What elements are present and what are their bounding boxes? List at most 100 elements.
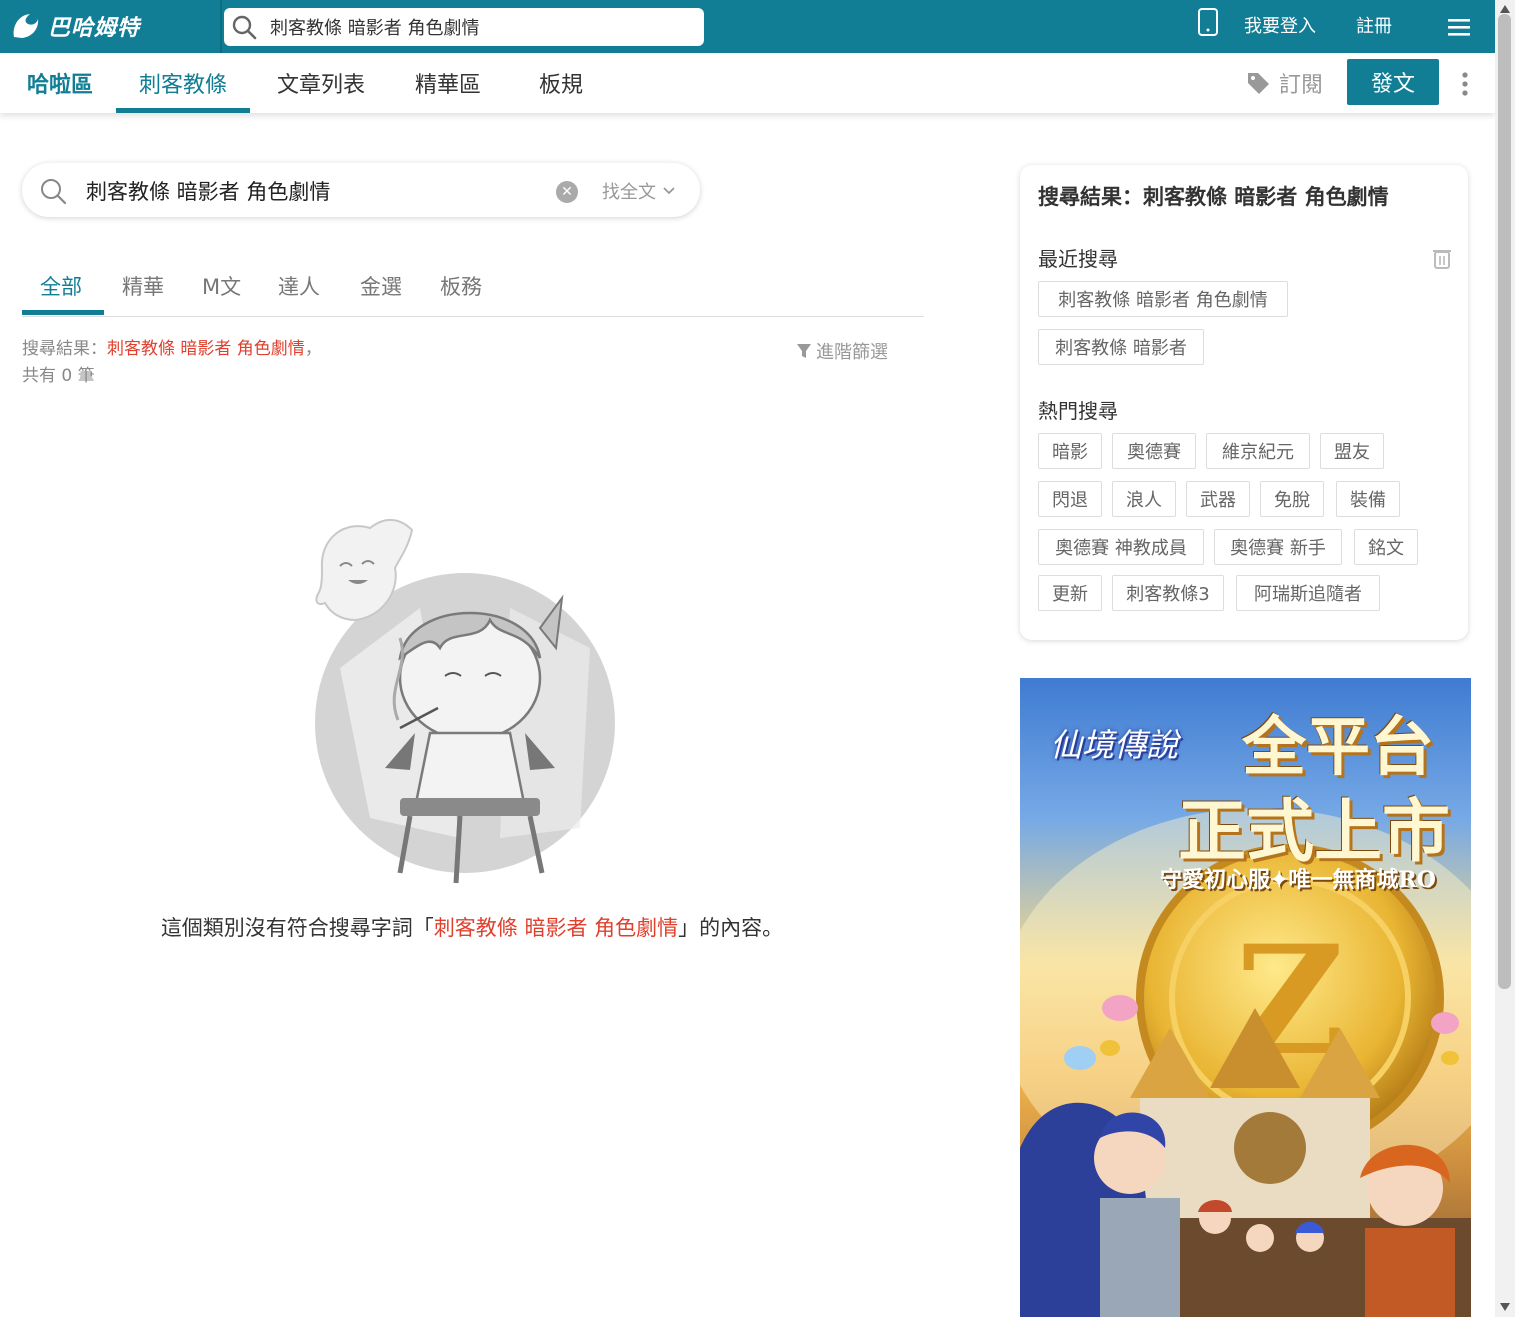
close-icon: ✕ <box>561 184 573 200</box>
mobile-app-button[interactable] <box>1188 2 1228 42</box>
subscribe-button[interactable]: 訂閱 <box>1232 53 1336 113</box>
search-scope-label: 找全文 <box>602 182 656 203</box>
login-label: 我要登入 <box>1244 16 1316 37</box>
tab-board[interactable]: 刺客教條 <box>116 53 250 113</box>
empty-msg-keyword: 刺客教條 暗影者 角色劇情 <box>433 916 679 940</box>
chip-label: 更新 <box>1052 584 1088 605</box>
tab-label: 刺客教條 <box>138 73 227 98</box>
hot-search-chip[interactable]: 奧德賽 神教成員 <box>1038 529 1204 565</box>
tab-label: 全部 <box>40 275 82 299</box>
tab-label: 哈啦區 <box>26 73 93 98</box>
tab-forum-home[interactable]: 哈啦區 <box>10 53 110 113</box>
top-bar: 巴哈姆特 我要登入 註冊 <box>0 0 1495 53</box>
hot-search-chip[interactable]: 維京紀元 <box>1206 433 1310 469</box>
active-tab-indicator <box>22 310 104 315</box>
ad-banner[interactable]: Z 仙境傳說 全平台 正式上市 守愛初心服✦唯一無商城RO <box>1020 678 1471 1317</box>
chip-label: 免脫 <box>1274 490 1310 511</box>
tab-label: 文章列表 <box>276 73 365 98</box>
tab-article-list[interactable]: 文章列表 <box>254 53 388 113</box>
recent-search-chip[interactable]: 刺客教條 暗影者 角色劇情 <box>1038 281 1288 317</box>
logo-text: 巴哈姆特 <box>48 16 141 41</box>
tab-all[interactable]: 全部 <box>40 266 82 306</box>
chip-label: 奧德賽 神教成員 <box>1055 538 1187 559</box>
hot-search-chip[interactable]: 更新 <box>1038 575 1102 611</box>
scroll-down-arrow-icon[interactable] <box>1499 1302 1511 1312</box>
side-card-title: 搜尋結果：刺客教條 暗影者 角色劇情 <box>1038 185 1389 209</box>
tab-featured[interactable]: 精華 <box>122 266 164 306</box>
hot-search-chip[interactable]: 閃退 <box>1038 481 1102 517</box>
advanced-filter-button[interactable]: 進階篩選 <box>796 338 888 364</box>
tab-rules[interactable]: 板規 <box>506 53 616 113</box>
chip-label: 閃退 <box>1052 490 1088 511</box>
result-keyword: 刺客教條 暗影者 角色劇情 <box>107 339 305 359</box>
tab-label: 板務 <box>440 275 482 299</box>
tab-board-admin[interactable]: 板務 <box>440 266 482 306</box>
chip-label: 刺客教條 暗影者 角色劇情 <box>1058 290 1268 311</box>
result-summary: 搜尋結果：刺客教條 暗影者 角色劇情， 共有 0 筆 <box>22 336 422 390</box>
hot-search-heading: 熱門搜尋 <box>1038 399 1118 423</box>
search-icon[interactable] <box>230 13 258 41</box>
ad-headline-2: 正式上市 <box>1178 792 1451 872</box>
hot-search-chip[interactable]: 阿瑞斯追隨者 <box>1236 575 1380 611</box>
vertical-dots-icon <box>1462 72 1468 96</box>
recent-search-heading: 最近搜尋 <box>1038 247 1118 271</box>
login-button[interactable]: 我要登入 <box>1244 10 1316 40</box>
search-history-card: 搜尋結果：刺客教條 暗影者 角色劇情 最近搜尋 刺客教條 暗影者 角色劇情 刺客… <box>1020 165 1468 640</box>
hot-search-chip[interactable]: 奧德賽 <box>1112 433 1196 469</box>
scrollbar-thumb[interactable] <box>1498 14 1511 989</box>
chip-label: 暗影 <box>1052 442 1088 463</box>
result-suffix: ， <box>304 339 322 359</box>
tab-experts[interactable]: 達人 <box>278 266 320 306</box>
post-label: 發文 <box>1370 72 1415 97</box>
clear-search-button[interactable]: ✕ <box>556 181 578 203</box>
ad-tagline: 守愛初心服✦唯一無商城RO <box>1160 867 1436 893</box>
chip-label: 維京紀元 <box>1222 442 1294 463</box>
hot-search-chip[interactable]: 奧德賽 新手 <box>1214 529 1342 565</box>
search-scope-select[interactable]: 找全文 <box>602 177 690 205</box>
tab-label: 板規 <box>538 73 583 98</box>
register-button[interactable]: 註冊 <box>1356 10 1392 40</box>
hot-search-chip[interactable]: 刺客教條3 <box>1112 575 1224 611</box>
tab-highlights[interactable]: 精華區 <box>392 53 504 113</box>
hot-search-chip[interactable]: 銘文 <box>1354 529 1418 565</box>
advanced-filter-label: 進階篩選 <box>816 342 888 363</box>
trash-icon[interactable] <box>1432 247 1452 269</box>
chip-label: 浪人 <box>1126 490 1162 511</box>
empty-msg-before: 這個類別沒有符合搜尋字詞「 <box>160 916 434 940</box>
recent-search-chip[interactable]: 刺客教條 暗影者 <box>1038 329 1204 365</box>
post-button[interactable]: 發文 <box>1347 59 1439 105</box>
tab-label: 精華 <box>122 275 164 299</box>
empty-state-illustration <box>315 519 615 884</box>
ad-game-logo: 仙境傳說 <box>1050 726 1179 764</box>
hot-search-chip[interactable]: 盟友 <box>1320 433 1384 469</box>
chevron-down-icon <box>663 187 675 195</box>
main-search-input[interactable] <box>84 175 568 207</box>
scroll-up-arrow-icon[interactable] <box>1499 4 1511 14</box>
result-count: 共有 0 筆 <box>22 366 95 386</box>
ad-headline-1: 全平台 <box>1242 710 1434 785</box>
tab-gold[interactable]: 金選 <box>360 266 402 306</box>
top-search-box[interactable] <box>224 8 704 46</box>
board-nav: 哈啦區 刺客教條 文章列表 精華區 板規 訂閱 發文 <box>0 53 1495 113</box>
result-filter-tabs: 全部 精華 M文 達人 金選 板務 <box>22 260 924 317</box>
more-options-button[interactable] <box>1438 59 1492 109</box>
empty-msg-after: 」的內容。 <box>678 916 784 940</box>
chip-label: 奧德賽 <box>1127 442 1181 463</box>
tag-icon <box>1247 73 1269 94</box>
hot-search-chip[interactable]: 武器 <box>1186 481 1250 517</box>
hot-search-chip[interactable]: 浪人 <box>1112 481 1176 517</box>
site-logo[interactable]: 巴哈姆特 <box>8 4 190 48</box>
hot-search-chip[interactable]: 免脫 <box>1260 481 1324 517</box>
tab-m-posts[interactable]: M文 <box>202 266 241 306</box>
result-prefix: 搜尋結果： <box>22 339 107 359</box>
top-search-input[interactable] <box>268 15 702 39</box>
search-icon <box>41 179 67 205</box>
hot-search-chip[interactable]: 裝備 <box>1336 481 1400 517</box>
phone-icon <box>1198 8 1218 36</box>
main-menu-button[interactable] <box>1434 8 1484 46</box>
hamburger-icon <box>1448 19 1470 36</box>
main-search-box: ✕ 找全文 <box>22 163 700 217</box>
hot-search-chip[interactable]: 暗影 <box>1038 433 1102 469</box>
tab-label: M文 <box>202 275 242 299</box>
chip-label: 武器 <box>1200 490 1236 511</box>
